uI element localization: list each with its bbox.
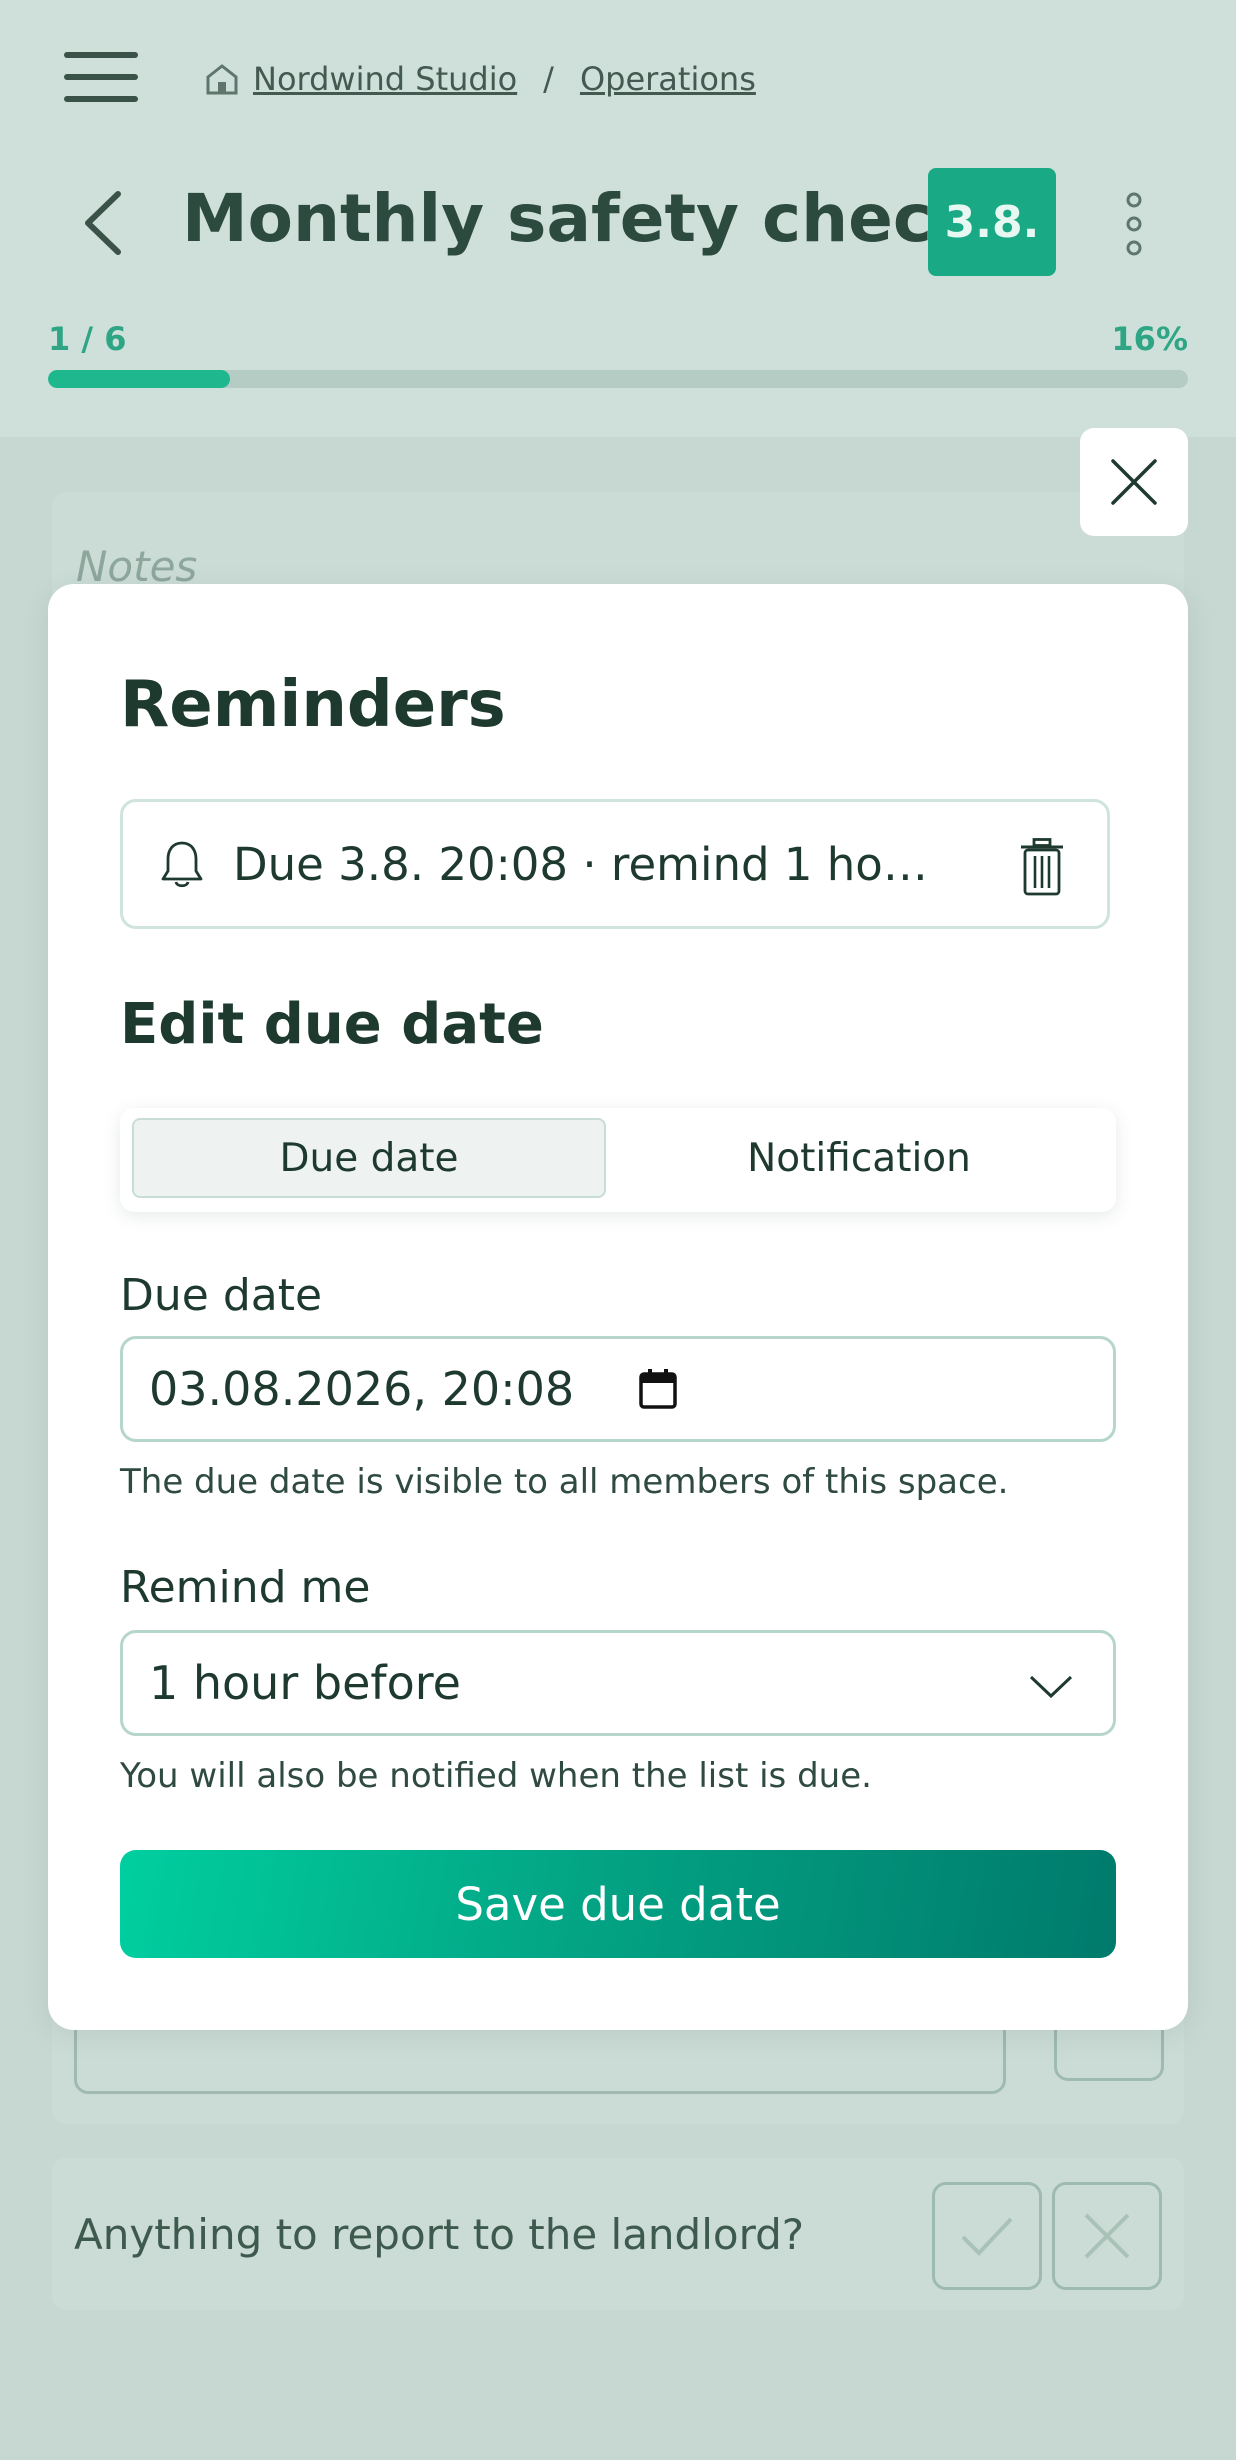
tab-due-date[interactable]: Due date [132, 1118, 606, 1198]
delete-reminder-button[interactable] [1017, 838, 1067, 896]
progress-count: 1 / 6 [48, 320, 127, 358]
due-date-badge[interactable]: 3.8. [928, 168, 1056, 276]
chevron-down-icon [1029, 1675, 1073, 1699]
app-header: Nordwind Studio / Operations Monthly saf… [0, 0, 1236, 437]
remind-me-label: Remind me [120, 1562, 371, 1613]
yes-button[interactable] [932, 2182, 1042, 2290]
remind-me-value: 1 hour before [149, 1656, 461, 1710]
progress-percent: 16% [1111, 320, 1188, 358]
trash-icon [1021, 838, 1063, 896]
x-icon [1084, 2213, 1130, 2259]
breadcrumb-workspace-link[interactable]: Nordwind Studio [253, 60, 517, 98]
reminder-text: Due 3.8. 20:08 · remind 1 hour before [233, 837, 953, 891]
page-title: Monthly safety check [182, 180, 976, 257]
progress-bar [48, 370, 1188, 388]
check-icon [961, 2217, 1013, 2256]
close-modal-button[interactable] [1080, 428, 1188, 536]
breadcrumb: Nordwind Studio / Operations [205, 60, 756, 98]
due-date-value: 03.08.2026, 20:08 [149, 1362, 575, 1416]
chevron-left-icon[interactable] [80, 188, 128, 258]
kebab-menu-icon[interactable] [1122, 192, 1146, 256]
reminder-item[interactable]: Due 3.8. 20:08 · remind 1 hour before [120, 799, 1110, 929]
breadcrumb-separator: / [543, 60, 554, 98]
close-icon [1111, 459, 1157, 505]
reminders-modal: Reminders Due 3.8. 20:08 · remind 1 hour… [48, 584, 1188, 2030]
bell-icon [161, 841, 203, 888]
home-icon [206, 64, 238, 95]
tab-notification[interactable]: Notification [614, 1118, 1104, 1198]
edit-due-date-title: Edit due date [120, 992, 544, 1057]
due-date-input[interactable]: 03.08.2026, 20:08 [120, 1336, 1116, 1442]
checklist-question-card: Anything to report to the landlord? [52, 2158, 1184, 2310]
breadcrumb-section-link[interactable]: Operations [580, 60, 756, 98]
no-button[interactable] [1052, 2182, 1162, 2290]
progress-bar-fill [48, 370, 231, 388]
remind-me-help: You will also be notified when the list … [120, 1756, 872, 1796]
due-date-help: The due date is visible to all members o… [120, 1462, 1009, 1502]
calendar-icon[interactable] [638, 1368, 678, 1410]
due-date-tabs: Due date Notification [120, 1108, 1116, 1212]
save-due-date-button[interactable]: Save due date [120, 1850, 1116, 1958]
hamburger-menu-icon[interactable] [64, 52, 138, 102]
remind-me-select[interactable]: 1 hour before [120, 1630, 1116, 1736]
reminders-title: Reminders [120, 668, 506, 742]
due-date-label: Due date [120, 1270, 323, 1321]
question-text: Anything to report to the landlord? [74, 2210, 805, 2259]
